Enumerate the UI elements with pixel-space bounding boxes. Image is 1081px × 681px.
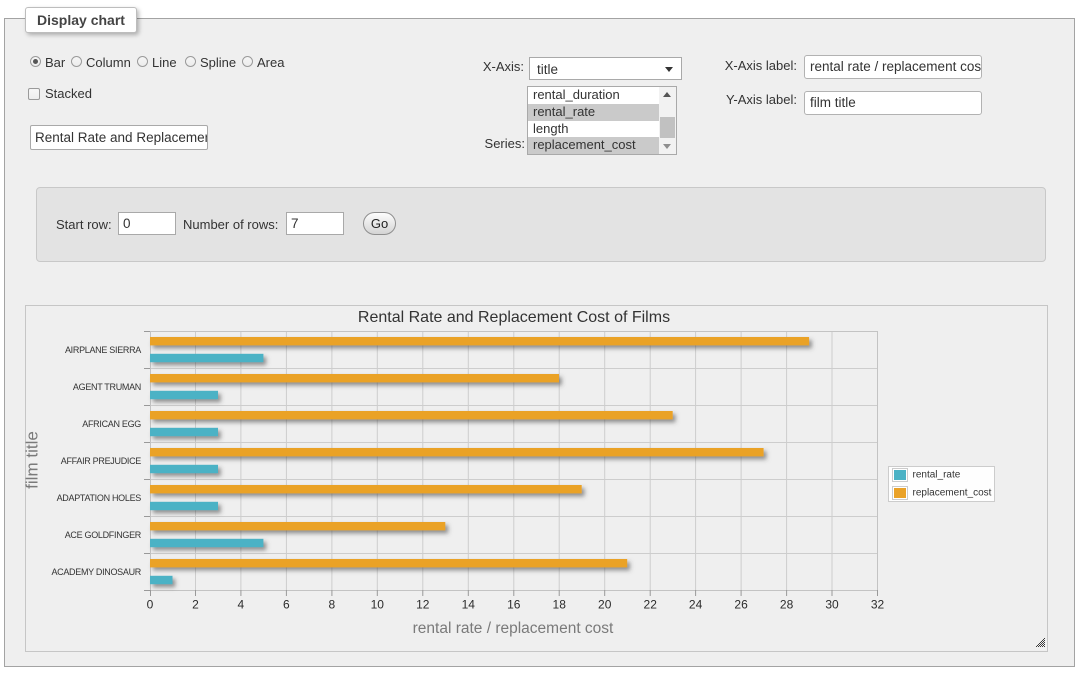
svg-text:16: 16 bbox=[507, 598, 521, 612]
svg-text:4: 4 bbox=[238, 598, 245, 612]
svg-text:replacement_cost: replacement_cost bbox=[913, 488, 992, 499]
svg-text:12: 12 bbox=[416, 598, 430, 612]
svg-text:28: 28 bbox=[780, 598, 794, 612]
svg-text:14: 14 bbox=[462, 598, 476, 612]
svg-text:AFRICAN EGG: AFRICAN EGG bbox=[82, 419, 141, 429]
svg-text:0: 0 bbox=[147, 598, 154, 612]
svg-text:film title: film title bbox=[25, 431, 42, 489]
svg-text:26: 26 bbox=[734, 598, 748, 612]
svg-text:rental_rate: rental_rate bbox=[913, 470, 961, 481]
svg-text:ACADEMY DINOSAUR: ACADEMY DINOSAUR bbox=[51, 567, 141, 577]
svg-text:AFFAIR PREJUDICE: AFFAIR PREJUDICE bbox=[61, 456, 142, 466]
svg-text:AGENT TRUMAN: AGENT TRUMAN bbox=[73, 382, 141, 392]
svg-text:20: 20 bbox=[598, 598, 612, 612]
svg-text:24: 24 bbox=[689, 598, 703, 612]
svg-text:32: 32 bbox=[871, 598, 885, 612]
svg-text:30: 30 bbox=[825, 598, 839, 612]
svg-text:AIRPLANE SIERRA: AIRPLANE SIERRA bbox=[65, 345, 141, 355]
svg-text:Rental Rate and Replacement Co: Rental Rate and Replacement Cost of Film… bbox=[358, 309, 670, 326]
svg-text:18: 18 bbox=[553, 598, 567, 612]
svg-text:22: 22 bbox=[644, 598, 658, 612]
svg-text:rental rate / replacement cost: rental rate / replacement cost bbox=[413, 620, 614, 637]
svg-text:ACE GOLDFINGER: ACE GOLDFINGER bbox=[65, 530, 142, 540]
svg-text:2: 2 bbox=[192, 598, 199, 612]
svg-text:10: 10 bbox=[371, 598, 385, 612]
svg-text:8: 8 bbox=[329, 598, 336, 612]
svg-text:6: 6 bbox=[283, 598, 290, 612]
svg-text:ADAPTATION HOLES: ADAPTATION HOLES bbox=[57, 493, 142, 503]
